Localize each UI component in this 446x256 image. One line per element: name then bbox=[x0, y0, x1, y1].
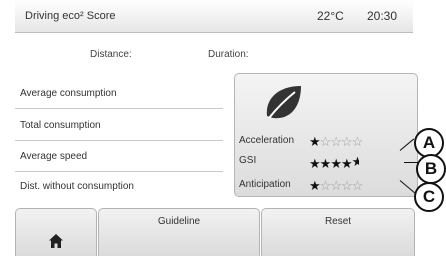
star-icon: ★ bbox=[309, 178, 321, 193]
star-outline-icon: ☆ bbox=[319, 134, 332, 149]
guideline-button[interactable]: Guideline bbox=[98, 208, 260, 256]
metric-label: Average speed bbox=[20, 151, 88, 162]
metric-total-consumption: Total consumption bbox=[15, 111, 223, 141]
callout-b: B bbox=[416, 154, 446, 184]
home-icon bbox=[16, 233, 96, 252]
metric-label: Dist. without consumption bbox=[20, 181, 134, 192]
star-icon: ★ bbox=[330, 156, 342, 171]
score-label-gsi: GSI bbox=[239, 155, 257, 166]
metric-average-speed: Average speed bbox=[15, 142, 223, 172]
reset-label: Reset bbox=[324, 216, 352, 227]
distance-label: Distance: bbox=[90, 49, 132, 60]
star-icon: ★ bbox=[340, 156, 353, 171]
duration-label: Duration: bbox=[208, 49, 249, 60]
star-icon: ★ bbox=[319, 156, 332, 171]
star-outline-icon: ☆ bbox=[351, 178, 364, 193]
home-button[interactable] bbox=[15, 208, 97, 256]
rating-acceleration: ★☆☆☆☆ bbox=[309, 134, 364, 149]
star-outline-icon: ☆ bbox=[330, 178, 342, 193]
clock: 20:30 bbox=[367, 9, 398, 23]
star-outline-icon: ☆ bbox=[330, 134, 342, 149]
star-half-icon: ★ bbox=[351, 155, 359, 168]
star-outline-icon: ☆ bbox=[340, 134, 353, 149]
star-outline-icon: ☆ bbox=[319, 178, 332, 193]
metric-dist-without-consumption: Dist. without consumption bbox=[15, 172, 223, 201]
star-icon: ★ bbox=[309, 134, 321, 149]
header-bar: Driving eco² Score 22°C 20:30 bbox=[15, 0, 413, 33]
eco-score-panel: Acceleration ★☆☆☆☆ GSI ★★★★★ Anticipatio… bbox=[234, 73, 418, 197]
score-label-acceleration: Acceleration bbox=[239, 135, 295, 146]
leaf-icon bbox=[259, 78, 307, 126]
eco-score-screen: Driving eco² Score 22°C 20:30 Distance: … bbox=[0, 0, 446, 256]
rating-anticipation: ★☆☆☆☆ bbox=[309, 178, 364, 193]
star-outline-icon: ☆ bbox=[351, 134, 364, 149]
star-outline-icon: ☆ bbox=[340, 178, 353, 193]
rating-gsi: ★★★★★ bbox=[309, 155, 359, 170]
guideline-label: Guideline bbox=[157, 216, 201, 227]
page-title: Driving eco² Score bbox=[25, 10, 116, 22]
star-icon: ★ bbox=[309, 156, 321, 171]
score-label-anticipation: Anticipation bbox=[239, 179, 291, 190]
metric-average-consumption: Average consumption bbox=[15, 79, 223, 109]
outside-temperature: 22°C bbox=[317, 9, 344, 23]
metric-label: Total consumption bbox=[20, 120, 101, 131]
reset-button[interactable]: Reset bbox=[261, 208, 415, 256]
callout-c: C bbox=[414, 182, 444, 212]
metric-label: Average consumption bbox=[20, 88, 117, 99]
